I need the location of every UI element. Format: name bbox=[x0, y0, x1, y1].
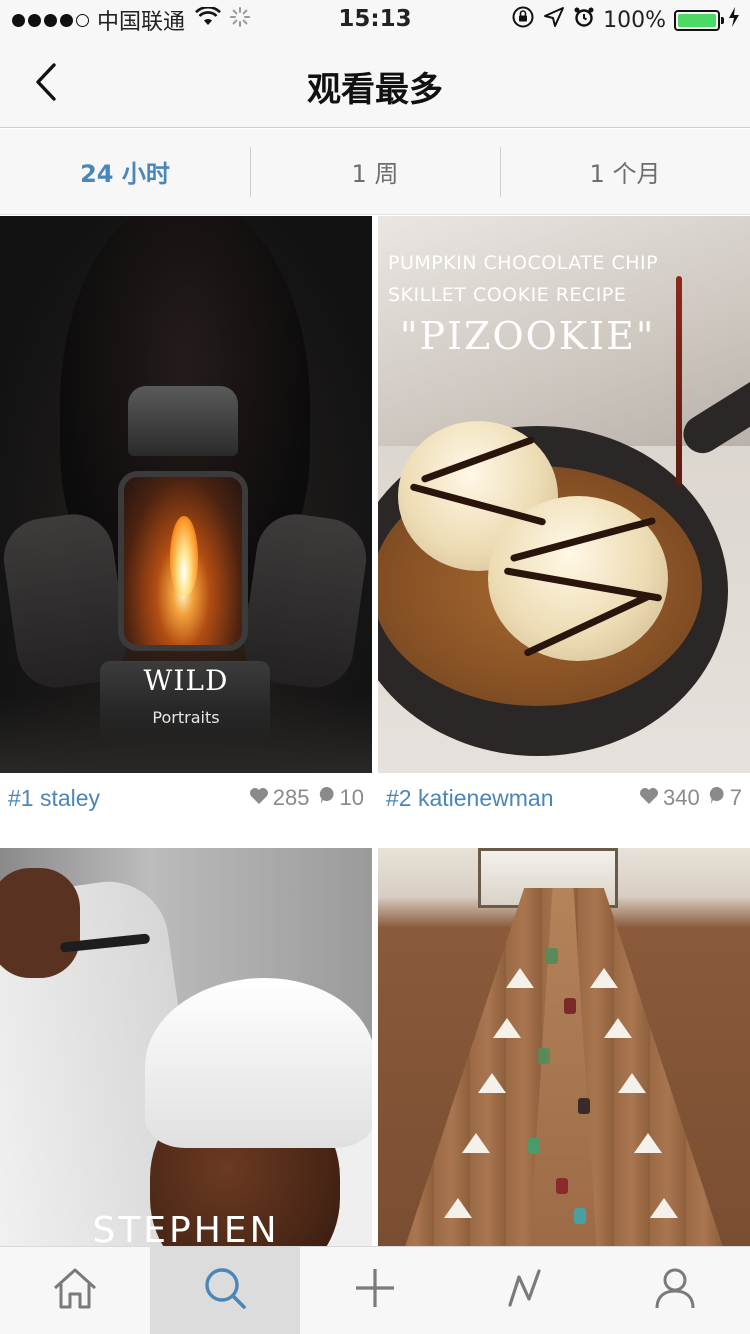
post-stats: 340 7 bbox=[635, 785, 742, 811]
post-meta: #1 staley 285 10 bbox=[0, 773, 372, 823]
home-icon bbox=[51, 1266, 99, 1315]
post-rank-user[interactable]: #1 staley bbox=[8, 785, 100, 812]
tab-24-hours[interactable]: 24 小时 bbox=[0, 129, 250, 214]
add-icon bbox=[354, 1267, 396, 1314]
post-meta: #2 katienewman 340 7 bbox=[378, 773, 750, 823]
comment-icon bbox=[704, 785, 726, 811]
tab-search[interactable] bbox=[150, 1247, 300, 1334]
status-right: 100% bbox=[511, 6, 740, 34]
post-photo[interactable]: STEPHEN bbox=[0, 848, 372, 1246]
heart-icon bbox=[245, 785, 269, 811]
post-rank-user[interactable]: #2 katienewman bbox=[386, 785, 554, 812]
battery-icon bbox=[674, 9, 724, 31]
alarm-icon bbox=[573, 6, 595, 34]
status-bar: 中国联通 15:13 100% bbox=[0, 0, 750, 40]
page-title: 观看最多 bbox=[307, 70, 443, 110]
search-icon bbox=[203, 1266, 247, 1315]
photo-overlay-title: WILD bbox=[143, 664, 229, 697]
comment-count: 7 bbox=[729, 785, 742, 810]
profile-icon bbox=[653, 1266, 697, 1315]
tab-1-week[interactable]: 1 周 bbox=[250, 129, 500, 214]
tab-activity[interactable] bbox=[450, 1247, 600, 1334]
heart-icon bbox=[635, 785, 659, 811]
post-stats: 285 10 bbox=[245, 785, 364, 811]
photo-overlay-title: STEPHEN bbox=[92, 1210, 280, 1246]
post-photo[interactable]: PUMPKIN CHOCOLATE CHIP SKILLET COOKIE RE… bbox=[378, 216, 750, 773]
post-card[interactable]: PUMPKIN CHOCOLATE CHIP SKILLET COOKIE RE… bbox=[378, 216, 750, 823]
comment-icon bbox=[314, 785, 336, 811]
photo-overlay-title: "PIZOOKIE" bbox=[400, 314, 656, 358]
battery-percent: 100% bbox=[603, 7, 666, 33]
activity-icon bbox=[505, 1267, 545, 1314]
orientation-lock-icon bbox=[511, 5, 535, 35]
tab-profile[interactable] bbox=[600, 1247, 750, 1334]
like-count: 340 bbox=[663, 785, 700, 810]
time-range-tabs: 24 小时 1 周 1 个月 bbox=[0, 129, 750, 215]
comment-count: 10 bbox=[339, 785, 364, 810]
post-grid: WILD Portraits #1 staley 285 10 PUMPKIN … bbox=[0, 216, 750, 1246]
post-card[interactable]: WILD Portraits #1 staley 285 10 bbox=[0, 216, 372, 823]
location-icon bbox=[543, 6, 565, 34]
photo-overlay-line1: PUMPKIN CHOCOLATE CHIP bbox=[388, 252, 659, 274]
bottom-tab-bar bbox=[0, 1246, 750, 1334]
charging-icon bbox=[728, 6, 740, 34]
tab-1-month[interactable]: 1 个月 bbox=[500, 129, 750, 214]
post-card[interactable] bbox=[378, 848, 750, 1246]
battery-level bbox=[678, 13, 716, 27]
post-photo[interactable] bbox=[378, 848, 750, 1246]
tab-add[interactable] bbox=[300, 1247, 450, 1334]
photo-overlay-subtitle: Portraits bbox=[152, 708, 220, 727]
tab-home[interactable] bbox=[0, 1247, 150, 1334]
navigation-bar: 观看最多 bbox=[0, 40, 750, 128]
post-card[interactable]: STEPHEN bbox=[0, 848, 372, 1246]
photo-overlay-line2: SKILLET COOKIE RECIPE bbox=[388, 284, 627, 306]
post-photo[interactable]: WILD Portraits bbox=[0, 216, 372, 773]
like-count: 285 bbox=[272, 785, 310, 810]
